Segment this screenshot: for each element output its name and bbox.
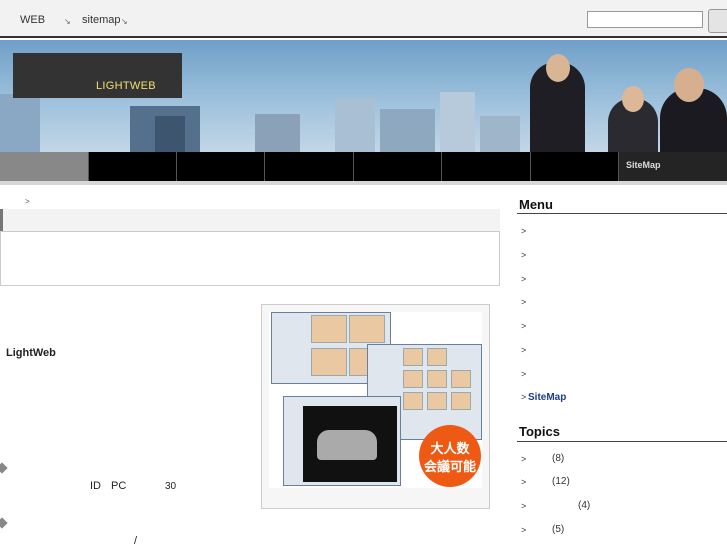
thirty-text: 30 (165, 481, 177, 492)
info-box (0, 231, 500, 286)
page-title-bar (0, 209, 500, 231)
diamond-bullet-icon (0, 517, 8, 529)
topic-arrow-3: > (521, 501, 527, 511)
product-image: 大人数 会議可能 (269, 312, 482, 488)
badge: 大人数 会議可能 (419, 425, 481, 487)
diamond-bullet-icon (0, 462, 8, 474)
nav-item-5[interactable] (354, 152, 442, 181)
nav-sitemap-label[interactable]: SiteMap (626, 160, 661, 170)
breadcrumb: > (25, 197, 30, 206)
main-nav: SiteMap (0, 152, 727, 181)
nav-item-4[interactable] (265, 152, 354, 181)
menu-item-4[interactable]: > (521, 297, 526, 307)
sidebar-sitemap-link[interactable]: SiteMap (528, 392, 566, 403)
menu-heading: Menu (519, 197, 553, 212)
nav-item-3[interactable] (177, 152, 265, 181)
web-arrow-icon: ↘ (64, 17, 71, 26)
topics-divider (517, 441, 727, 442)
menu-item-7[interactable]: > (521, 369, 526, 379)
menu-divider (517, 213, 727, 214)
topic-count-2[interactable]: (12) (552, 476, 570, 487)
sitemap-arrow-icon: ↘ (121, 17, 128, 26)
topic-arrow-2: > (521, 477, 527, 487)
search-input[interactable] (587, 11, 703, 28)
topics-heading: Topics (519, 424, 560, 439)
nav-item-7[interactable] (531, 152, 619, 181)
web-link[interactable]: WEB (20, 14, 45, 26)
menu-item-6[interactable]: > (521, 345, 526, 355)
badge-line-2: 会議可能 (423, 459, 476, 474)
slash-text: / (134, 535, 138, 547)
menu-item-3[interactable]: > (521, 274, 526, 284)
product-name: LightWeb (6, 347, 56, 359)
product-screenshot: 大人数 会議可能 (261, 304, 490, 509)
menu-item-sitemap-arrow: > (521, 392, 527, 402)
pc-text: PC (111, 480, 127, 492)
topic-count-1[interactable]: (8) (552, 453, 564, 464)
topic-count-4[interactable]: (5) (552, 524, 564, 535)
badge-line-1: 大人数 (430, 441, 470, 456)
topic-count-3[interactable]: (4) (578, 500, 590, 511)
id-text: ID (90, 480, 101, 492)
logo-text: LIGHTWEB (96, 80, 156, 92)
sitemap-link[interactable]: sitemap (82, 14, 121, 26)
nav-item-1[interactable] (0, 152, 89, 181)
nav-item-6[interactable] (442, 152, 531, 181)
menu-item-1[interactable]: > (521, 226, 526, 236)
menu-item-2[interactable]: > (521, 250, 526, 260)
menu-item-5[interactable]: > (521, 321, 526, 331)
search-button[interactable] (708, 9, 727, 33)
topic-arrow-4: > (521, 525, 527, 535)
nav-divider (0, 181, 727, 185)
nav-item-2[interactable] (89, 152, 177, 181)
topic-arrow-1: > (521, 454, 527, 464)
